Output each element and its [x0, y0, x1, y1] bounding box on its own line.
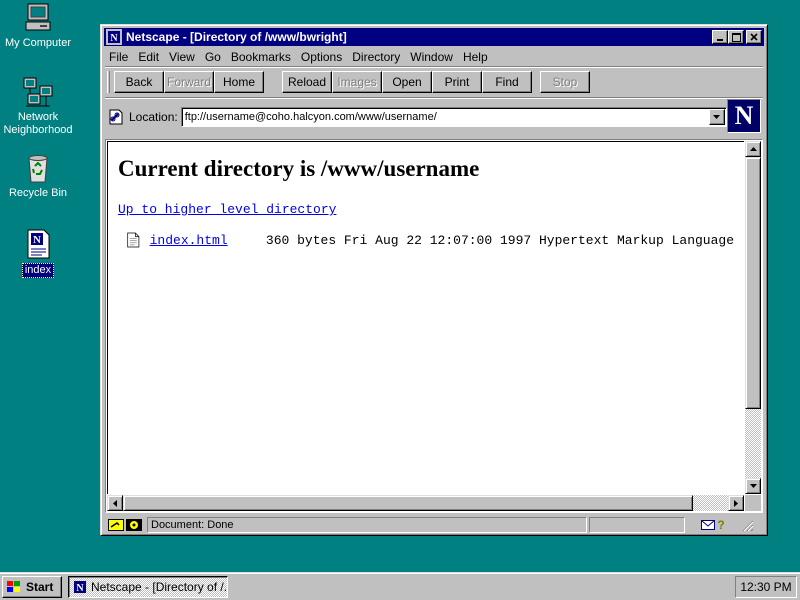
menu-bar: File Edit View Go Bookmarks Options Dire… [105, 47, 763, 66]
navigation-toolbar: Back Forward Home Reload Images Open Pri… [105, 69, 763, 95]
status-text-panel: Document: Done [147, 517, 587, 533]
stop-button[interactable]: Stop [540, 71, 590, 93]
scroll-right-button[interactable] [728, 495, 744, 511]
location-dropdown-button[interactable] [708, 109, 725, 125]
desktop-icon-my-computer[interactable]: My Computer [0, 2, 76, 50]
status-spacer [687, 517, 697, 533]
netscape-window: N Netscape - [Directory of /www/bwright]… [100, 24, 768, 536]
menu-go[interactable]: Go [201, 50, 225, 64]
title-bar[interactable]: N Netscape - [Directory of /www/bwright] [104, 28, 764, 46]
maximize-button[interactable] [728, 30, 744, 44]
netscape-app-icon: N [74, 581, 86, 594]
mail-icon[interactable] [701, 520, 715, 530]
netscape-document-icon: N [27, 229, 50, 259]
file-row: index.html 360 bytes Fri Aug 22 12:07:00… [118, 229, 734, 251]
taskbar: Start N Netscape - [Directory of /... 12… [0, 572, 800, 600]
menu-options[interactable]: Options [297, 50, 346, 64]
desktop-icon-label: Recycle Bin [8, 187, 68, 199]
maximize-icon [731, 32, 741, 42]
menu-bookmarks[interactable]: Bookmarks [227, 50, 295, 64]
security-indicator[interactable] [105, 517, 147, 533]
page-content: Current directory is /www/username Up to… [105, 139, 763, 513]
svg-text:N: N [76, 583, 84, 594]
scroll-left-button[interactable] [107, 495, 123, 511]
minimize-icon [717, 39, 723, 41]
resize-grip-icon[interactable] [740, 518, 754, 532]
file-document-icon[interactable] [127, 229, 140, 251]
menu-file[interactable]: File [105, 50, 132, 64]
recycle-bin-icon [28, 155, 48, 183]
scroll-up-button[interactable] [745, 141, 761, 157]
close-button[interactable] [746, 30, 762, 44]
toolbar-grip[interactable] [107, 71, 110, 93]
arrow-right-icon [734, 499, 738, 507]
taskbar-button-label: Netscape - [Directory of /... [91, 580, 228, 594]
svg-text:N: N [110, 33, 118, 44]
scroll-corner [745, 495, 761, 511]
progress-panel [589, 517, 685, 533]
netscape-logo[interactable]: N [727, 99, 761, 133]
horizontal-scrollbar[interactable] [107, 495, 744, 511]
desktop-icon-label: Network Neighborhood [3, 111, 73, 136]
network-icon [23, 77, 53, 107]
bookmark-link-icon[interactable] [107, 108, 125, 126]
menu-directory[interactable]: Directory [348, 50, 404, 64]
minimize-button[interactable] [712, 30, 728, 44]
clock[interactable]: 12:30 PM [740, 580, 791, 594]
file-link[interactable]: index.html [150, 233, 266, 248]
close-icon [750, 33, 758, 41]
windows-logo-icon [7, 581, 20, 592]
security-key-icon [108, 519, 124, 531]
system-tray: 12:30 PM [735, 576, 797, 598]
connection-icon [126, 519, 142, 531]
page-heading: Current directory is /www/username [118, 156, 480, 181]
file-info: 360 bytes Fri Aug 22 12:07:00 1997 Hyper… [265, 232, 734, 248]
start-button[interactable]: Start [2, 576, 62, 598]
location-input[interactable]: ftp://username@coho.halcyon.com/www/user… [180, 107, 727, 127]
back-button[interactable]: Back [114, 71, 164, 93]
up-directory-link[interactable]: Up to higher level directory [118, 202, 336, 217]
menu-window[interactable]: Window [406, 50, 457, 64]
find-button[interactable]: Find [482, 71, 532, 93]
netscape-logo-letter: N [734, 101, 754, 130]
arrow-left-icon [113, 499, 117, 507]
horizontal-scroll-thumb[interactable] [123, 495, 693, 511]
svg-text:?: ? [717, 519, 724, 531]
location-value[interactable]: ftp://username@coho.halcyon.com/www/user… [182, 111, 709, 123]
location-label: Location: [129, 110, 178, 124]
computer-icon [25, 3, 51, 31]
images-button[interactable]: Images [332, 71, 382, 93]
menu-help[interactable]: Help [459, 50, 492, 64]
desktop-icon-label: index [21, 263, 55, 278]
arrow-down-icon [749, 484, 757, 488]
desktop-icon-label: My Computer [4, 37, 72, 49]
forward-button[interactable]: Forward [164, 71, 214, 93]
status-text: Document: Done [151, 519, 234, 531]
print-button[interactable]: Print [432, 71, 482, 93]
menu-view[interactable]: View [165, 50, 199, 64]
dropdown-arrow-icon [713, 115, 721, 119]
open-button[interactable]: Open [382, 71, 432, 93]
taskbar-netscape-button[interactable]: N Netscape - [Directory of /... [68, 576, 228, 598]
divider [105, 66, 763, 68]
vertical-scrollbar[interactable] [745, 141, 761, 494]
location-bar: Location: ftp://username@coho.halcyon.co… [105, 99, 763, 135]
vertical-scroll-thumb[interactable] [745, 157, 761, 409]
menu-edit[interactable]: Edit [134, 50, 163, 64]
netscape-app-icon: N [106, 29, 122, 45]
reload-button[interactable]: Reload [282, 71, 332, 93]
desktop-icon-recycle-bin[interactable]: Recycle Bin [0, 152, 76, 200]
desktop-icon-index[interactable]: N index [0, 228, 76, 278]
window-title: Netscape - [Directory of /www/bwright] [126, 30, 347, 44]
help-question-icon[interactable]: ? [716, 519, 726, 531]
status-bar: Document: Done ? [105, 516, 763, 534]
home-button[interactable]: Home [214, 71, 264, 93]
start-label: Start [26, 580, 54, 594]
desktop-icon-network[interactable]: Network Neighborhood [0, 76, 76, 137]
arrow-up-icon [749, 147, 757, 151]
svg-text:N: N [33, 234, 41, 246]
scroll-down-button[interactable] [745, 478, 761, 494]
